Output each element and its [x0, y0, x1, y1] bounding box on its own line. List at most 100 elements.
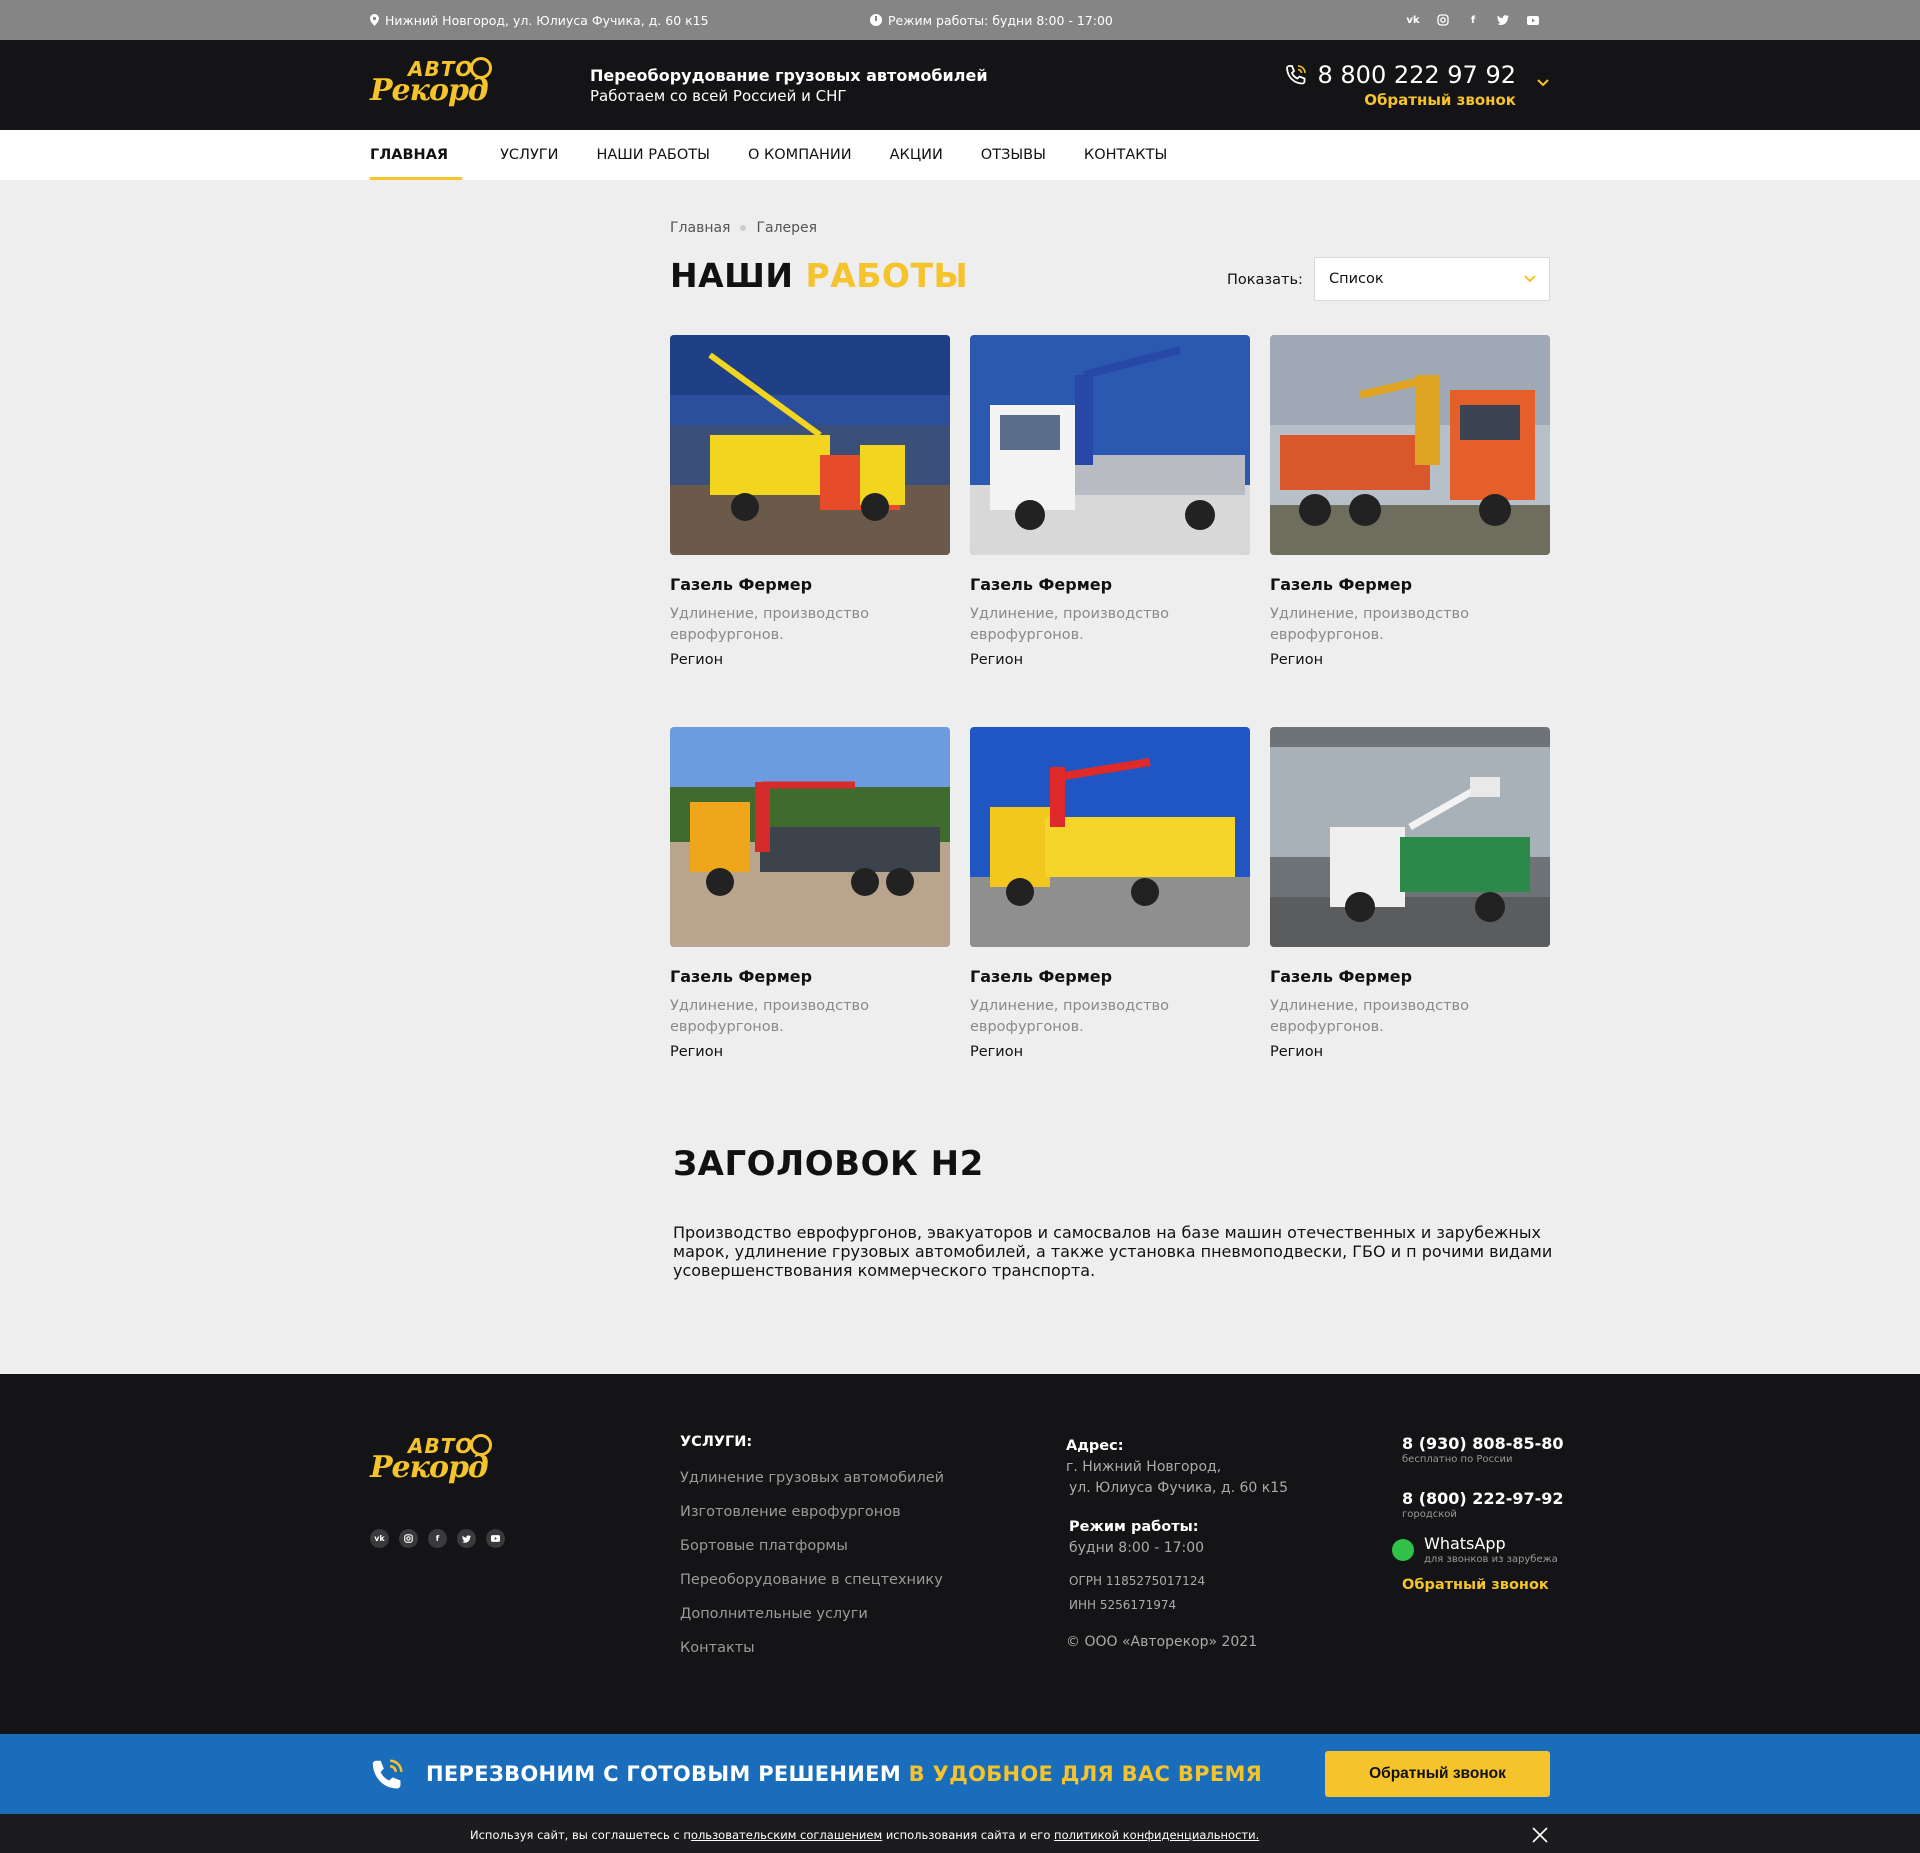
nav-item-works[interactable]: НАШИ РАБОТЫ: [596, 130, 709, 180]
youtube-icon[interactable]: [486, 1529, 505, 1548]
cookie-bar: Используя сайт, вы соглашетесь с пользов…: [0, 1814, 1920, 1853]
footer-service-link[interactable]: Бортовые платформы: [680, 1538, 944, 1554]
nav-item-contacts[interactable]: КОНТАКТЫ: [1084, 130, 1167, 180]
footer-copyright: © ООО «Авторекор» 2021: [1066, 1634, 1258, 1650]
seo-heading: ЗАГОЛОВОК H2: [673, 1144, 984, 1184]
top-address-text: Нижний Новгород, ул. Юлиуса Фучика, д. 6…: [385, 12, 709, 28]
work-card-image[interactable]: [970, 727, 1250, 947]
work-card-image[interactable]: [970, 335, 1250, 555]
nav-item-services[interactable]: УСЛУГИ: [500, 130, 558, 180]
top-hours: Режим работы: будни 8:00 - 17:00: [870, 13, 1113, 28]
breadcrumb: Главная Галерея: [670, 220, 817, 236]
banner-callback-button[interactable]: Обратный звонок: [1325, 1751, 1550, 1797]
chevron-down-icon: [1524, 275, 1536, 283]
header-tagline: Переоборудование грузовых автомобилей Ра…: [590, 66, 988, 105]
footer-hours: будни 8:00 - 17:00: [1069, 1540, 1205, 1556]
instagram-icon[interactable]: [1436, 13, 1450, 27]
banner-text-part-2: В УДОБНОЕ ДЛЯ ВАС ВРЕМЯ: [908, 1762, 1263, 1786]
work-card-desc: Удлинение, производство еврофургонов.: [670, 998, 869, 1035]
cookie-terms-link[interactable]: ользовательским соглашением: [691, 1828, 882, 1842]
view-select-value: Список: [1329, 271, 1384, 287]
footer-phone-1[interactable]: 8 (930) 808-85-80: [1402, 1434, 1564, 1453]
footer-inn: ИНН 5256171974: [1069, 1598, 1177, 1612]
footer-info: Адрес: г. Нижний Новгород, ул. Юлиуса Фу…: [1066, 1436, 1288, 1653]
top-socials: vk f: [1406, 13, 1540, 27]
work-card-image[interactable]: [1270, 727, 1550, 947]
footer-service-link[interactable]: Изготовление еврофургонов: [680, 1504, 944, 1520]
footer-address-heading: Адрес:: [1066, 1438, 1124, 1454]
work-card-image[interactable]: [670, 335, 950, 555]
footer-service-link[interactable]: Контакты: [680, 1640, 944, 1656]
work-card-region: Регион: [970, 652, 1024, 668]
footer-callback-link[interactable]: Обратный звонок: [1402, 1577, 1564, 1593]
top-address: Нижний Новгород, ул. Юлиуса Фучика, д. 6…: [370, 13, 870, 28]
nav-item-promos[interactable]: АКЦИИ: [890, 130, 943, 180]
breadcrumb-separator: [740, 225, 747, 231]
work-card-title: Газель Фермер: [670, 575, 813, 594]
work-card-region: Регион: [1270, 652, 1324, 668]
breadcrumb-home[interactable]: Главная: [670, 220, 730, 236]
work-card-region: Регион: [670, 652, 724, 668]
footer-address-line-2: ул. Юлиуса Фучика, д. 60 к15: [1069, 1480, 1289, 1496]
footer-service-link[interactable]: Переоборудование в спецтехнику: [680, 1572, 944, 1588]
work-card[interactable]: Газель Фермер Удлинение, производство ев…: [670, 335, 950, 668]
vk-icon[interactable]: vk: [370, 1529, 389, 1548]
work-card[interactable]: Газель Фермер Удлинение, производство ев…: [970, 727, 1250, 1060]
youtube-icon[interactable]: [1526, 13, 1540, 27]
facebook-icon[interactable]: f: [428, 1529, 447, 1548]
page-title-part-2: РАБОТЫ: [805, 256, 969, 295]
main-content: Главная Галерея НАШИ РАБОТЫ Показать: Сп…: [0, 180, 1920, 1374]
work-card[interactable]: Газель Фермер Удлинение, производство ев…: [1270, 335, 1550, 668]
work-card-desc: Удлинение, производство еврофургонов.: [1270, 606, 1469, 643]
nav-item-reviews[interactable]: ОТЗЫВЫ: [981, 130, 1046, 180]
header-phone-block: 8 800 222 97 92 Обратный звонок: [1284, 61, 1516, 109]
banner-text: ПЕРЕЗВОНИМ С ГОТОВЫМ РЕШЕНИЕМ В УДОБНОЕ …: [426, 1762, 1262, 1786]
tagline-line-2: Работаем со всей Россией и СНГ: [590, 86, 847, 105]
header-phone[interactable]: 8 800 222 97 92: [1284, 61, 1516, 89]
nav-item-home[interactable]: ГЛАВНАЯ: [370, 130, 463, 180]
whatsapp-note: для звонков из зарубежа: [1424, 1554, 1558, 1565]
site-logo[interactable]: АВТО Рекорд: [370, 57, 500, 113]
seo-text: Производство еврофургонов, эвакуаторов и…: [673, 1223, 1553, 1280]
header-callback-link[interactable]: Обратный звонок: [1284, 91, 1516, 109]
phone-icon: [372, 1759, 403, 1789]
work-card-title: Газель Фермер: [970, 967, 1113, 986]
nav-item-about[interactable]: О КОМПАНИИ: [748, 130, 852, 180]
tagline-line-1: Переоборудование грузовых автомобилей: [590, 65, 988, 85]
footer-service-link[interactable]: Удлинение грузовых автомобилей: [680, 1470, 944, 1486]
work-card-title: Газель Фермер: [670, 967, 813, 986]
clock-icon: [870, 14, 882, 26]
chevron-down-icon[interactable]: [1536, 76, 1550, 90]
whatsapp-link[interactable]: WhatsApp для звонков из зарубежа: [1392, 1534, 1564, 1565]
view-select[interactable]: Список: [1314, 257, 1550, 301]
footer-services-heading: УСЛУГИ:: [680, 1434, 753, 1450]
work-card[interactable]: Газель Фермер Удлинение, производство ев…: [670, 727, 950, 1060]
work-card-region: Регион: [670, 1044, 724, 1060]
footer-service-link[interactable]: Дополнительные услуги: [680, 1606, 944, 1622]
work-card[interactable]: Газель Фермер Удлинение, производство ев…: [970, 335, 1250, 668]
work-card-desc: Удлинение, производство еврофургонов.: [1270, 998, 1469, 1035]
close-icon[interactable]: [1532, 1827, 1548, 1843]
main-nav: ГЛАВНАЯ УСЛУГИ НАШИ РАБОТЫ О КОМПАНИИ АК…: [0, 130, 1920, 180]
footer-services: УСЛУГИ: Удлинение грузовых автомобилей И…: [680, 1434, 944, 1674]
work-card-desc: Удлинение, производство еврофургонов.: [970, 998, 1169, 1035]
location-pin-icon: [370, 14, 379, 26]
footer-phone-2[interactable]: 8 (800) 222-97-92: [1402, 1489, 1564, 1508]
twitter-icon[interactable]: [1496, 13, 1510, 27]
work-card-image[interactable]: [670, 727, 950, 947]
banner-text-part-1: ПЕРЕЗВОНИМ С ГОТОВЫМ РЕШЕНИЕМ: [426, 1762, 902, 1786]
cookie-text: Используя сайт, вы соглашетесь с пользов…: [470, 1828, 1259, 1842]
facebook-icon[interactable]: f: [1466, 13, 1480, 27]
vk-icon[interactable]: vk: [1406, 13, 1420, 27]
work-card-region: Регион: [970, 1044, 1024, 1060]
cookie-text-1: Используя сайт, вы соглашетесь с п: [470, 1828, 691, 1842]
footer-logo[interactable]: АВТО Рекорд: [370, 1434, 500, 1490]
work-card-image[interactable]: [1270, 335, 1550, 555]
work-card[interactable]: Газель Фермер Удлинение, производство ев…: [1270, 727, 1550, 1060]
cookie-privacy-link[interactable]: политикой конфиденциальности.: [1054, 1828, 1259, 1842]
breadcrumb-current: Галерея: [756, 220, 818, 236]
instagram-icon[interactable]: [399, 1529, 418, 1548]
top-bar: Нижний Новгород, ул. Юлиуса Фучика, д. 6…: [0, 0, 1920, 40]
twitter-icon[interactable]: [457, 1529, 476, 1548]
work-card-title: Газель Фермер: [1270, 967, 1413, 986]
